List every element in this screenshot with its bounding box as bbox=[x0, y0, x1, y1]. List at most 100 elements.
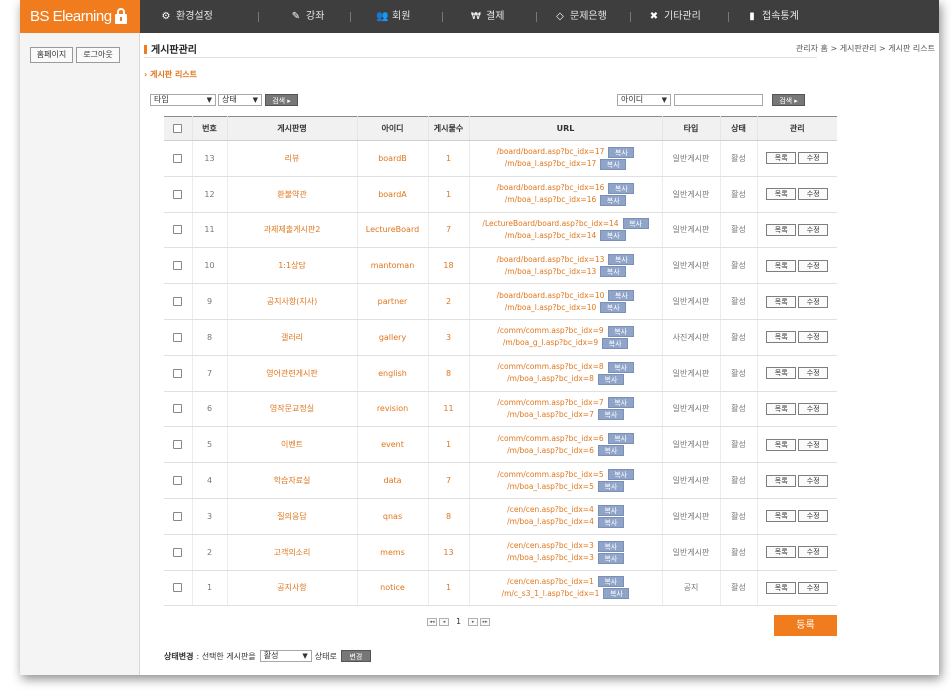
board-id[interactable]: revision bbox=[357, 391, 429, 428]
list-button[interactable]: 목록 bbox=[766, 402, 797, 415]
select-all-cell[interactable] bbox=[164, 116, 193, 141]
board-name[interactable]: 과제제출게시판2 bbox=[227, 212, 358, 249]
copy-url-button[interactable]: 복사 bbox=[597, 504, 624, 516]
board-name[interactable]: 환불약관 bbox=[227, 176, 358, 213]
prev-page-button[interactable]: ◂ bbox=[439, 617, 449, 626]
first-page-button[interactable]: ◂◂ bbox=[427, 617, 437, 626]
copy-url-button[interactable]: 복사 bbox=[607, 433, 634, 445]
board-url[interactable]: /board/board.asp?bc_idx=10 bbox=[497, 290, 605, 302]
board-name[interactable]: 공지사항 bbox=[227, 570, 358, 607]
board-url[interactable]: /cen/cen.asp?bc_idx=3 bbox=[507, 540, 594, 552]
row-select-cell[interactable] bbox=[164, 247, 193, 285]
row-checkbox[interactable] bbox=[173, 583, 183, 593]
mobile-url[interactable]: /m/boa_l.asp?bc_idx=16 bbox=[505, 194, 597, 206]
search-field-select[interactable]: 아이디 ▼ bbox=[617, 94, 671, 106]
list-button[interactable]: 목록 bbox=[766, 546, 797, 559]
type-select[interactable]: 타입 ▼ bbox=[150, 94, 216, 106]
board-id[interactable]: data bbox=[357, 462, 429, 499]
homepage-button[interactable]: 홈페이지 bbox=[30, 47, 73, 63]
board-name[interactable]: 갤러리 bbox=[227, 319, 358, 356]
mobile-url[interactable]: /m/boa_l.asp?bc_idx=17 bbox=[505, 158, 597, 170]
row-checkbox[interactable] bbox=[173, 297, 183, 307]
post-count[interactable]: 18 bbox=[428, 247, 470, 285]
search-button-left[interactable]: 검색 ▸ bbox=[265, 94, 298, 106]
board-id[interactable]: mems bbox=[357, 534, 429, 571]
post-count[interactable]: 13 bbox=[428, 534, 470, 571]
board-url[interactable]: /comm/comm.asp?bc_idx=8 bbox=[497, 361, 603, 373]
edit-button[interactable]: 수정 bbox=[798, 438, 829, 451]
logout-button[interactable]: 로그아웃 bbox=[76, 47, 120, 63]
copy-mobile-url-button[interactable]: 복사 bbox=[597, 552, 624, 564]
list-button[interactable]: 목록 bbox=[766, 223, 797, 236]
board-id[interactable]: boardB bbox=[357, 140, 429, 177]
copy-mobile-url-button[interactable]: 복사 bbox=[597, 445, 624, 457]
board-name[interactable]: 리뷰 bbox=[227, 140, 358, 177]
edit-button[interactable]: 수정 bbox=[798, 402, 829, 415]
board-url[interactable]: /comm/comm.asp?bc_idx=5 bbox=[497, 469, 603, 481]
board-name[interactable]: 고객의소리 bbox=[227, 534, 358, 571]
list-button[interactable]: 목록 bbox=[766, 510, 797, 523]
board-name[interactable]: 1:1상담 bbox=[227, 247, 358, 285]
post-count[interactable]: 1 bbox=[428, 570, 470, 607]
post-count[interactable]: 2 bbox=[428, 283, 470, 320]
board-id[interactable]: event bbox=[357, 426, 429, 464]
mobile-url[interactable]: /m/boa_l.asp?bc_idx=8 bbox=[507, 373, 594, 385]
row-select-cell[interactable] bbox=[164, 140, 193, 177]
edit-button[interactable]: 수정 bbox=[798, 259, 829, 272]
board-id[interactable]: LectureBoard bbox=[357, 212, 429, 249]
edit-button[interactable]: 수정 bbox=[798, 581, 829, 594]
list-button[interactable]: 목록 bbox=[766, 152, 797, 165]
mobile-url[interactable]: /m/boa_l.asp?bc_idx=4 bbox=[507, 516, 594, 528]
board-url[interactable]: /comm/comm.asp?bc_idx=6 bbox=[497, 433, 603, 445]
board-url[interactable]: /board/board.asp?bc_idx=17 bbox=[497, 146, 605, 158]
edit-button[interactable]: 수정 bbox=[798, 152, 829, 165]
list-button[interactable]: 목록 bbox=[766, 367, 797, 380]
row-select-cell[interactable] bbox=[164, 391, 193, 428]
row-checkbox[interactable] bbox=[173, 261, 183, 271]
edit-button[interactable]: 수정 bbox=[798, 367, 829, 380]
board-name[interactable]: 질의응답 bbox=[227, 498, 358, 535]
mobile-url[interactable]: /m/boa_l.asp?bc_idx=14 bbox=[505, 230, 597, 242]
board-name[interactable]: 영작문교정실 bbox=[227, 391, 358, 428]
board-id[interactable]: gallery bbox=[357, 319, 429, 356]
next-page-button[interactable]: ▸ bbox=[468, 617, 479, 626]
row-checkbox[interactable] bbox=[173, 153, 183, 163]
board-url[interactable]: /LectureBoard/board.asp?bc_idx=14 bbox=[482, 218, 618, 230]
list-button[interactable]: 목록 bbox=[766, 259, 797, 272]
post-count[interactable]: 1 bbox=[428, 176, 470, 213]
copy-url-button[interactable]: 복사 bbox=[608, 254, 635, 266]
copy-url-button[interactable]: 복사 bbox=[608, 290, 635, 302]
post-count[interactable]: 1 bbox=[428, 140, 470, 177]
copy-url-button[interactable]: 복사 bbox=[607, 361, 634, 373]
post-count[interactable]: 8 bbox=[428, 498, 470, 535]
nav-settings[interactable]: ⚙ 환경설정 bbox=[160, 0, 213, 33]
nav-payment[interactable]: ₩ 결제 bbox=[470, 0, 504, 33]
row-checkbox[interactable] bbox=[173, 332, 183, 342]
copy-mobile-url-button[interactable]: 복사 bbox=[602, 337, 629, 349]
mobile-url[interactable]: /m/c_s3_1_l.asp?bc_idx=1 bbox=[502, 588, 600, 600]
list-button[interactable]: 목록 bbox=[766, 188, 797, 201]
row-checkbox[interactable] bbox=[173, 189, 183, 199]
copy-mobile-url-button[interactable]: 복사 bbox=[597, 481, 624, 493]
board-name[interactable]: 학습자료실 bbox=[227, 462, 358, 499]
board-name[interactable]: 공지사항(지사) bbox=[227, 283, 358, 320]
edit-button[interactable]: 수정 bbox=[798, 295, 829, 308]
copy-url-button[interactable]: 복사 bbox=[607, 325, 634, 337]
register-button[interactable]: 등록 bbox=[774, 615, 837, 636]
row-select-cell[interactable] bbox=[164, 283, 193, 320]
edit-button[interactable]: 수정 bbox=[798, 188, 829, 201]
copy-mobile-url-button[interactable]: 복사 bbox=[603, 588, 630, 600]
row-checkbox[interactable] bbox=[173, 225, 183, 235]
select-all-checkbox[interactable] bbox=[173, 124, 183, 133]
copy-mobile-url-button[interactable]: 복사 bbox=[600, 194, 627, 206]
copy-url-button[interactable]: 복사 bbox=[608, 182, 635, 194]
board-url[interactable]: /comm/comm.asp?bc_idx=9 bbox=[497, 325, 603, 337]
board-id[interactable]: boardA bbox=[357, 176, 429, 213]
list-button[interactable]: 목록 bbox=[766, 331, 797, 344]
post-count[interactable]: 8 bbox=[428, 355, 470, 392]
nav-members[interactable]: 👥 회원 bbox=[376, 0, 410, 33]
row-select-cell[interactable] bbox=[164, 176, 193, 213]
edit-button[interactable]: 수정 bbox=[798, 546, 829, 559]
last-page-button[interactable]: ▸▸ bbox=[480, 617, 491, 626]
post-count[interactable]: 11 bbox=[428, 391, 470, 428]
